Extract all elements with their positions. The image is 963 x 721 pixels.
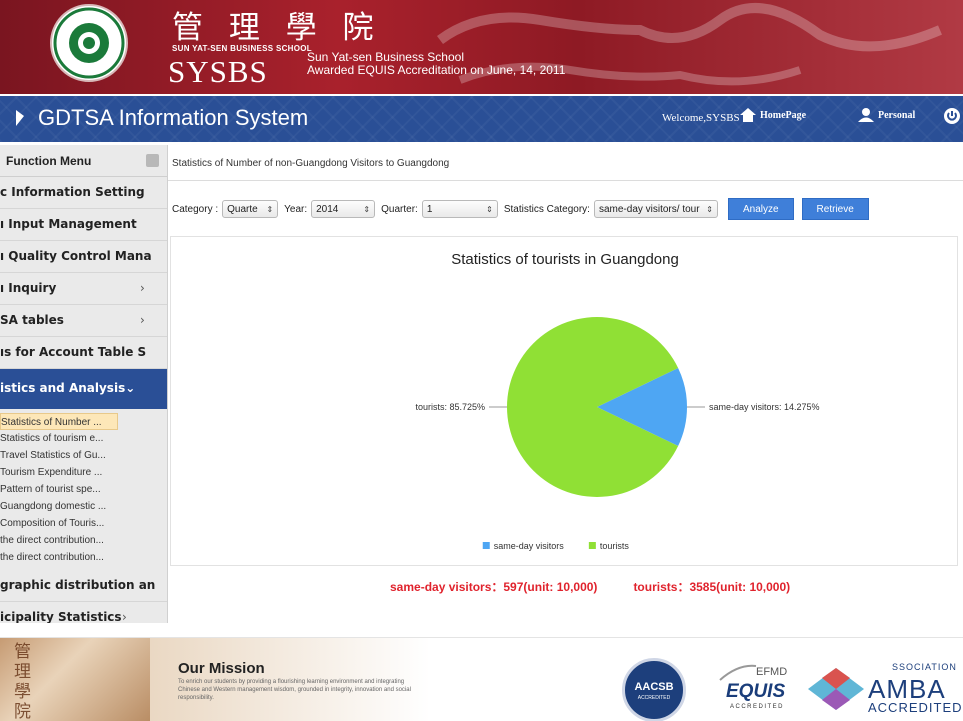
statistics-submenu: Statistics of Number ... Statistics of t… [0,409,167,570]
sidebar-item-geographic-distribution[interactable]: graphic distribution an [0,570,167,602]
statistics-category-label: Statistics Category: [503,203,590,215]
pie-data-label: tourists: 85.725% [415,402,485,412]
filter-bar: Category : Quarte ⇕ Year: 2014 ⇕ Quarter: … [172,198,869,220]
legend-label[interactable]: same-day visitors [494,541,565,551]
sidebar-item-tsa-tables[interactable]: SA tables › [0,305,167,337]
submenu-item[interactable]: Pattern of tourist spe... [0,481,167,498]
analyze-button[interactable]: Analyze [727,198,794,220]
system-title: GDTSA Information System [38,105,309,130]
equis-accredited: ACCREDITED [730,704,785,710]
collapse-icon[interactable] [146,154,159,167]
quarter-label: Quarter: [381,203,418,215]
footer: 管 理 學 院 Our Mission To enrich our studen… [0,637,963,721]
select-arrows-icon: ⇕ [363,204,371,214]
sameday-total: same-day visitors：597(unit: 10,000) [390,580,598,594]
amba-association: SSOCIATION [892,662,957,672]
world-map-decoration [437,3,942,86]
efmd-swoosh-icon [719,664,757,681]
sidebar-item-inquiry[interactable]: ı Inquiry › [0,273,167,305]
homepage-label: HomePage [760,109,807,121]
equis-logo: EQUIS [726,681,786,702]
pie-data-label: same-day visitors: 14.275% [709,402,820,412]
brand-icon [16,110,24,126]
sidebar-item-quality-control[interactable]: ı Quality Control Mana [0,241,167,273]
retrieve-button[interactable]: Retrieve [801,198,869,220]
submenu-item[interactable]: Statistics of tourism e... [0,430,167,447]
sidebar-item-municipality-statistics[interactable]: icipality Statistics › [0,602,167,623]
photo-characters: 管 理 學 院 [14,642,31,721]
submenu-item[interactable]: Travel Statistics of Gu... [0,447,167,464]
divider [168,180,963,181]
legend-swatch[interactable] [588,542,596,549]
chart-panel: Statistics of tourists in Guangdong same… [170,236,958,566]
category-select[interactable]: Quarte ⇕ [222,200,279,218]
totals-summary: same-day visitors：597(unit: 10,000) touri… [390,578,790,595]
year-select[interactable]: 2014 ⇕ [311,200,376,218]
submenu-item[interactable]: the direct contribution... [0,532,167,549]
amba-diamond-icon [808,668,864,710]
submenu-item[interactable]: Tourism Expenditure ... [0,464,167,481]
home-icon [740,108,756,122]
quarter-select[interactable]: 1 ⇕ [421,200,498,218]
school-abbreviation: SYSBS [168,54,268,89]
submenu-item[interactable]: Guangdong domestic ... [0,498,167,515]
mission-title: Our Mission [178,660,265,677]
function-menu-sidebar: Function Menu c Information Setting ı In… [0,145,168,623]
school-name-chinese: 管 理 學 院 [172,10,382,46]
legend-label[interactable]: tourists [600,541,630,551]
amba-accredited: ACCREDITED [868,700,963,715]
chevron-right-icon: › [140,281,145,295]
user-icon [858,108,874,122]
aacsb-logo: AACSB ACCREDITED [622,658,686,721]
university-logo [50,4,128,82]
banner-school-line: Sun Yat-sen Business School [307,50,464,64]
personal-link[interactable]: Personal [858,108,915,122]
submenu-item[interactable]: Statistics of Number ... [0,413,118,430]
tourists-total: tourists：3585(unit: 10,000) [633,580,791,594]
chevron-right-icon: › [122,610,127,623]
submenu-item[interactable]: the direct contribution... [0,549,167,566]
submenu-item[interactable]: Composition of Touris... [0,515,167,532]
university-seal-icon [53,7,125,79]
select-arrows-icon: ⇕ [706,204,713,214]
sidebar-header: Function Menu [0,145,167,177]
pie-chart: same-day visitors: 14.275% tourists: 85.7… [415,317,820,551]
year-label: Year: [284,203,308,215]
statistics-category-select[interactable]: same-day visitors/ tour ⇕ [593,200,718,218]
legend-swatch[interactable] [482,542,490,549]
personal-label: Personal [878,109,916,121]
header-banner: 管 理 學 院 SUN YAT-SEN BUSINESS SCHOOL SYSB… [0,0,963,94]
chevron-right-icon: › [140,313,145,327]
mission-text: To enrich our students by providing a fl… [178,679,411,701]
efmd-label: EFMD [756,666,788,678]
breadcrumb: Statistics of Number of non-Guangdong Vi… [172,158,450,169]
sidebar-title: Function Menu [6,154,92,168]
power-icon[interactable] [944,108,960,124]
school-name-english: SUN YAT-SEN BUSINESS SCHOOL [172,44,312,53]
campus-photo: 管 理 學 院 [0,638,150,721]
banner-accreditation-line: Awarded EQUIS Accreditation on June, 14,… [307,63,566,77]
sidebar-item-statistics-analysis[interactable]: istics and Analysis⌄ [0,369,167,409]
homepage-link[interactable]: HomePage [740,108,806,122]
sidebar-item-account-table[interactable]: ıs for Account Table S [0,337,167,369]
sidebar-item-input-management[interactable]: ı Input Management [0,209,167,241]
select-arrows-icon: ⇕ [486,204,493,214]
top-navbar: GDTSA Information System Welcome,SYSBS H… [0,96,963,142]
welcome-text: Welcome,SYSBS [662,112,740,124]
category-label: Category : [172,203,219,215]
select-arrows-icon: ⇕ [266,204,274,214]
sidebar-item-basic-information[interactable]: c Information Setting [0,177,167,209]
